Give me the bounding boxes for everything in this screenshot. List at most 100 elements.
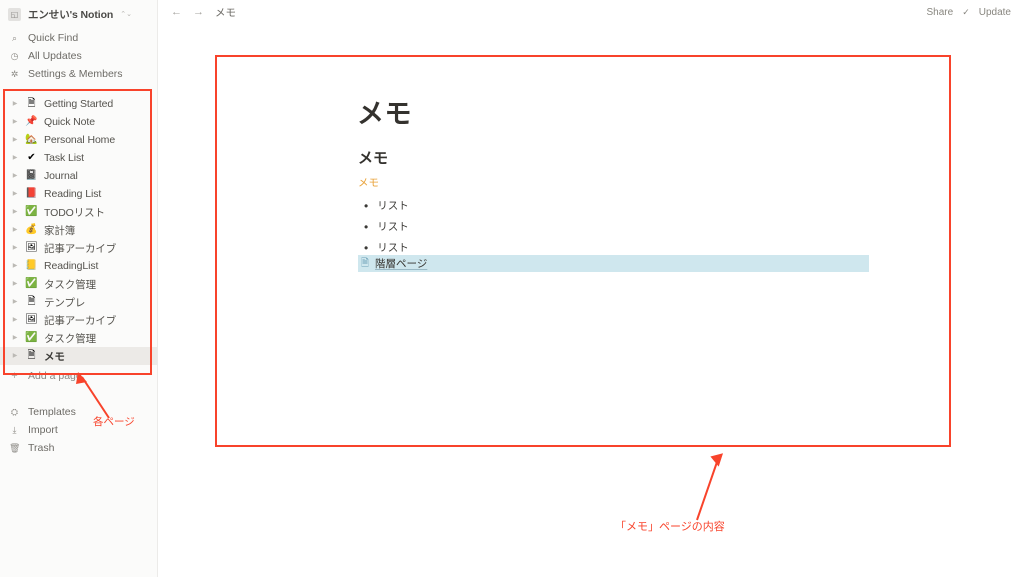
check-icon: ✓ [962, 6, 970, 17]
chevron-right-icon[interactable]: ▶ [11, 335, 19, 341]
page-title[interactable]: メモ [357, 92, 412, 131]
chevron-right-icon[interactable]: ▶ [11, 119, 19, 125]
book-icon: 📕 [25, 188, 38, 199]
checkmark-icon: ✔ [27, 152, 36, 163]
notion-app-window: ◱ エンせい's Notion ⌃⌄ ⌕ Quick Find ◷ All Up… [0, 0, 1024, 577]
page-list-item-label: タスク管理 [44, 278, 96, 291]
chevron-updown-icon: ⌃⌄ [120, 10, 132, 18]
framed-picture-icon: 🖼 [25, 242, 38, 253]
page-list-item-label: タスク管理 [44, 332, 96, 345]
page-list-item[interactable]: ▶ 📌 Quick Note [0, 113, 157, 131]
gear-icon: ✲ [10, 68, 19, 79]
page-list-item[interactable]: ▶ 🗎 メモ [0, 347, 157, 365]
sidebar-divider-space [0, 83, 157, 91]
import-icon: ⤓ [12, 424, 17, 435]
bulleted-list: • リスト • リスト • リスト [364, 195, 409, 258]
page-list-item[interactable]: ▶ 🗎 テンプレ [0, 293, 157, 311]
content-annotation-arrow [696, 453, 724, 521]
page-list-item[interactable]: ▶ 🏡 Personal Home [0, 131, 157, 149]
content-orange-text[interactable]: メモ [358, 175, 379, 190]
page-list-item-label: メモ [44, 350, 65, 363]
child-page-link[interactable]: 🗎 階層ページ [358, 255, 869, 272]
sidebar-item-settings-members[interactable]: ✲ Settings & Members [0, 65, 157, 83]
sidebar-item-trash[interactable]: 🗑 Trash [0, 439, 157, 457]
forward-icon[interactable]: → [193, 6, 204, 18]
bullet-icon: • [364, 219, 369, 234]
green-check-icon: ✅ [25, 332, 38, 343]
workspace-avatar: ◱ [8, 7, 21, 21]
sidebar-item-label: Settings & Members [28, 68, 123, 80]
update-button[interactable]: Update [979, 7, 1011, 18]
page-list-item[interactable]: ▶ 📓 Journal [0, 167, 157, 185]
sidebar-annotation-label: 各ページ [93, 416, 135, 428]
chevron-right-icon[interactable]: ▶ [11, 227, 19, 233]
chevron-right-icon[interactable]: ▶ [11, 209, 19, 215]
list-item-label: リスト [377, 242, 409, 254]
page-list-item-label: Reading List [44, 188, 102, 200]
page-list-item[interactable]: ▶ 🗎 Getting Started [0, 95, 157, 113]
sidebar-bottom-nav: ⛭ Templates ⤓ Import 🗑 Trash [0, 403, 157, 457]
trash-icon: 🗑 [9, 442, 21, 453]
page-list-item-label: Getting Started [44, 98, 114, 110]
page-list-item[interactable]: ▶ ✅ TODOリスト [0, 203, 157, 221]
green-check-icon: ✅ [25, 206, 38, 217]
page-list-item-label: Personal Home [44, 134, 116, 146]
content-heading[interactable]: メモ [358, 147, 388, 168]
page-list-item[interactable]: ▶ 📕 Reading List [0, 185, 157, 203]
chevron-right-icon[interactable]: ▶ [11, 281, 19, 287]
templates-icon: ⛭ [10, 406, 19, 417]
page-icon: 🗎 [27, 296, 36, 307]
add-a-page-button[interactable]: + Add a page [0, 367, 157, 385]
child-page-link-label: 階層ページ [375, 258, 428, 270]
green-check-icon: ✅ [25, 278, 38, 289]
page-list-item-label: 記事アーカイブ [44, 242, 117, 255]
chevron-right-icon[interactable]: ▶ [11, 191, 19, 197]
page-list-item[interactable]: ▶ ✅ タスク管理 [0, 275, 157, 293]
back-icon[interactable]: ← [171, 6, 182, 18]
page-list-item-label: Quick Note [44, 116, 95, 128]
page-list-item[interactable]: ▶ 💰 家計簿 [0, 221, 157, 239]
chevron-right-icon[interactable]: ▶ [11, 245, 19, 251]
notebook-icon: 📓 [25, 170, 38, 181]
page-list-item-label: TODOリスト [44, 206, 105, 219]
content-annotation-label: 「メモ」ページの内容 [615, 521, 725, 533]
chevron-right-icon[interactable]: ▶ [11, 317, 19, 323]
sidebar-item-quick-find[interactable]: ⌕ Quick Find [0, 29, 157, 47]
page-list-item[interactable]: ▶ 🖼 記事アーカイブ [0, 311, 157, 329]
page-list-item[interactable]: ▶ 🖼 記事アーカイブ [0, 239, 157, 257]
content-annotation-box: メモ メモ メモ • リスト • リスト • リスト 🗎 階層ページ [215, 55, 951, 447]
workspace-name: エンせい's Notion [28, 8, 114, 21]
sidebar-item-all-updates[interactable]: ◷ All Updates [0, 47, 157, 65]
search-icon: ⌕ [11, 32, 18, 43]
list-item-label: リスト [377, 200, 409, 212]
chevron-right-icon[interactable]: ▶ [11, 173, 19, 179]
share-button[interactable]: Share [927, 7, 954, 18]
sidebar-nav: ⌕ Quick Find ◷ All Updates ✲ Settings & … [0, 29, 157, 83]
page-list-item[interactable]: ▶ ✅ タスク管理 [0, 329, 157, 347]
bullet-icon: • [364, 198, 369, 213]
page-icon: 🗎 [361, 257, 370, 269]
chevron-right-icon[interactable]: ▶ [11, 155, 19, 161]
page-list-item-label: 家計簿 [44, 224, 76, 237]
chevron-right-icon[interactable]: ▶ [11, 101, 19, 107]
page-list: ▶ 🗎 Getting Started ▶ 📌 Quick Note ▶ 🏡 Personal … [0, 91, 157, 365]
list-item[interactable]: • リスト [364, 216, 409, 237]
topbar-actions: Share ✓ Update [927, 7, 1011, 18]
page-list-item[interactable]: ▶ ✔ Task List [0, 149, 157, 167]
chevron-right-icon[interactable]: ▶ [11, 137, 19, 143]
sidebar: ◱ エンせい's Notion ⌃⌄ ⌕ Quick Find ◷ All Up… [0, 0, 158, 577]
page-icon: 🗎 [27, 350, 36, 361]
chevron-right-icon[interactable]: ▶ [11, 299, 19, 305]
sidebar-item-label: All Updates [28, 50, 82, 62]
workspace-switcher[interactable]: ◱ エンせい's Notion ⌃⌄ [0, 3, 157, 25]
page-list-item-label: 記事アーカイブ [44, 314, 117, 327]
main-area: ← → メモ Share ✓ Update メモ メモ メモ • リスト • リスト •… [158, 0, 1024, 577]
chevron-right-icon[interactable]: ▶ [11, 263, 19, 269]
page-list-item[interactable]: ▶ 📒 ReadingList [0, 257, 157, 275]
page-list-item-label: Journal [44, 170, 78, 182]
list-item[interactable]: • リスト [364, 195, 409, 216]
breadcrumb[interactable]: メモ [215, 5, 236, 20]
chevron-right-icon[interactable]: ▶ [11, 353, 19, 359]
folder-icon: 📒 [25, 260, 38, 271]
clock-icon: ◷ [10, 50, 19, 61]
